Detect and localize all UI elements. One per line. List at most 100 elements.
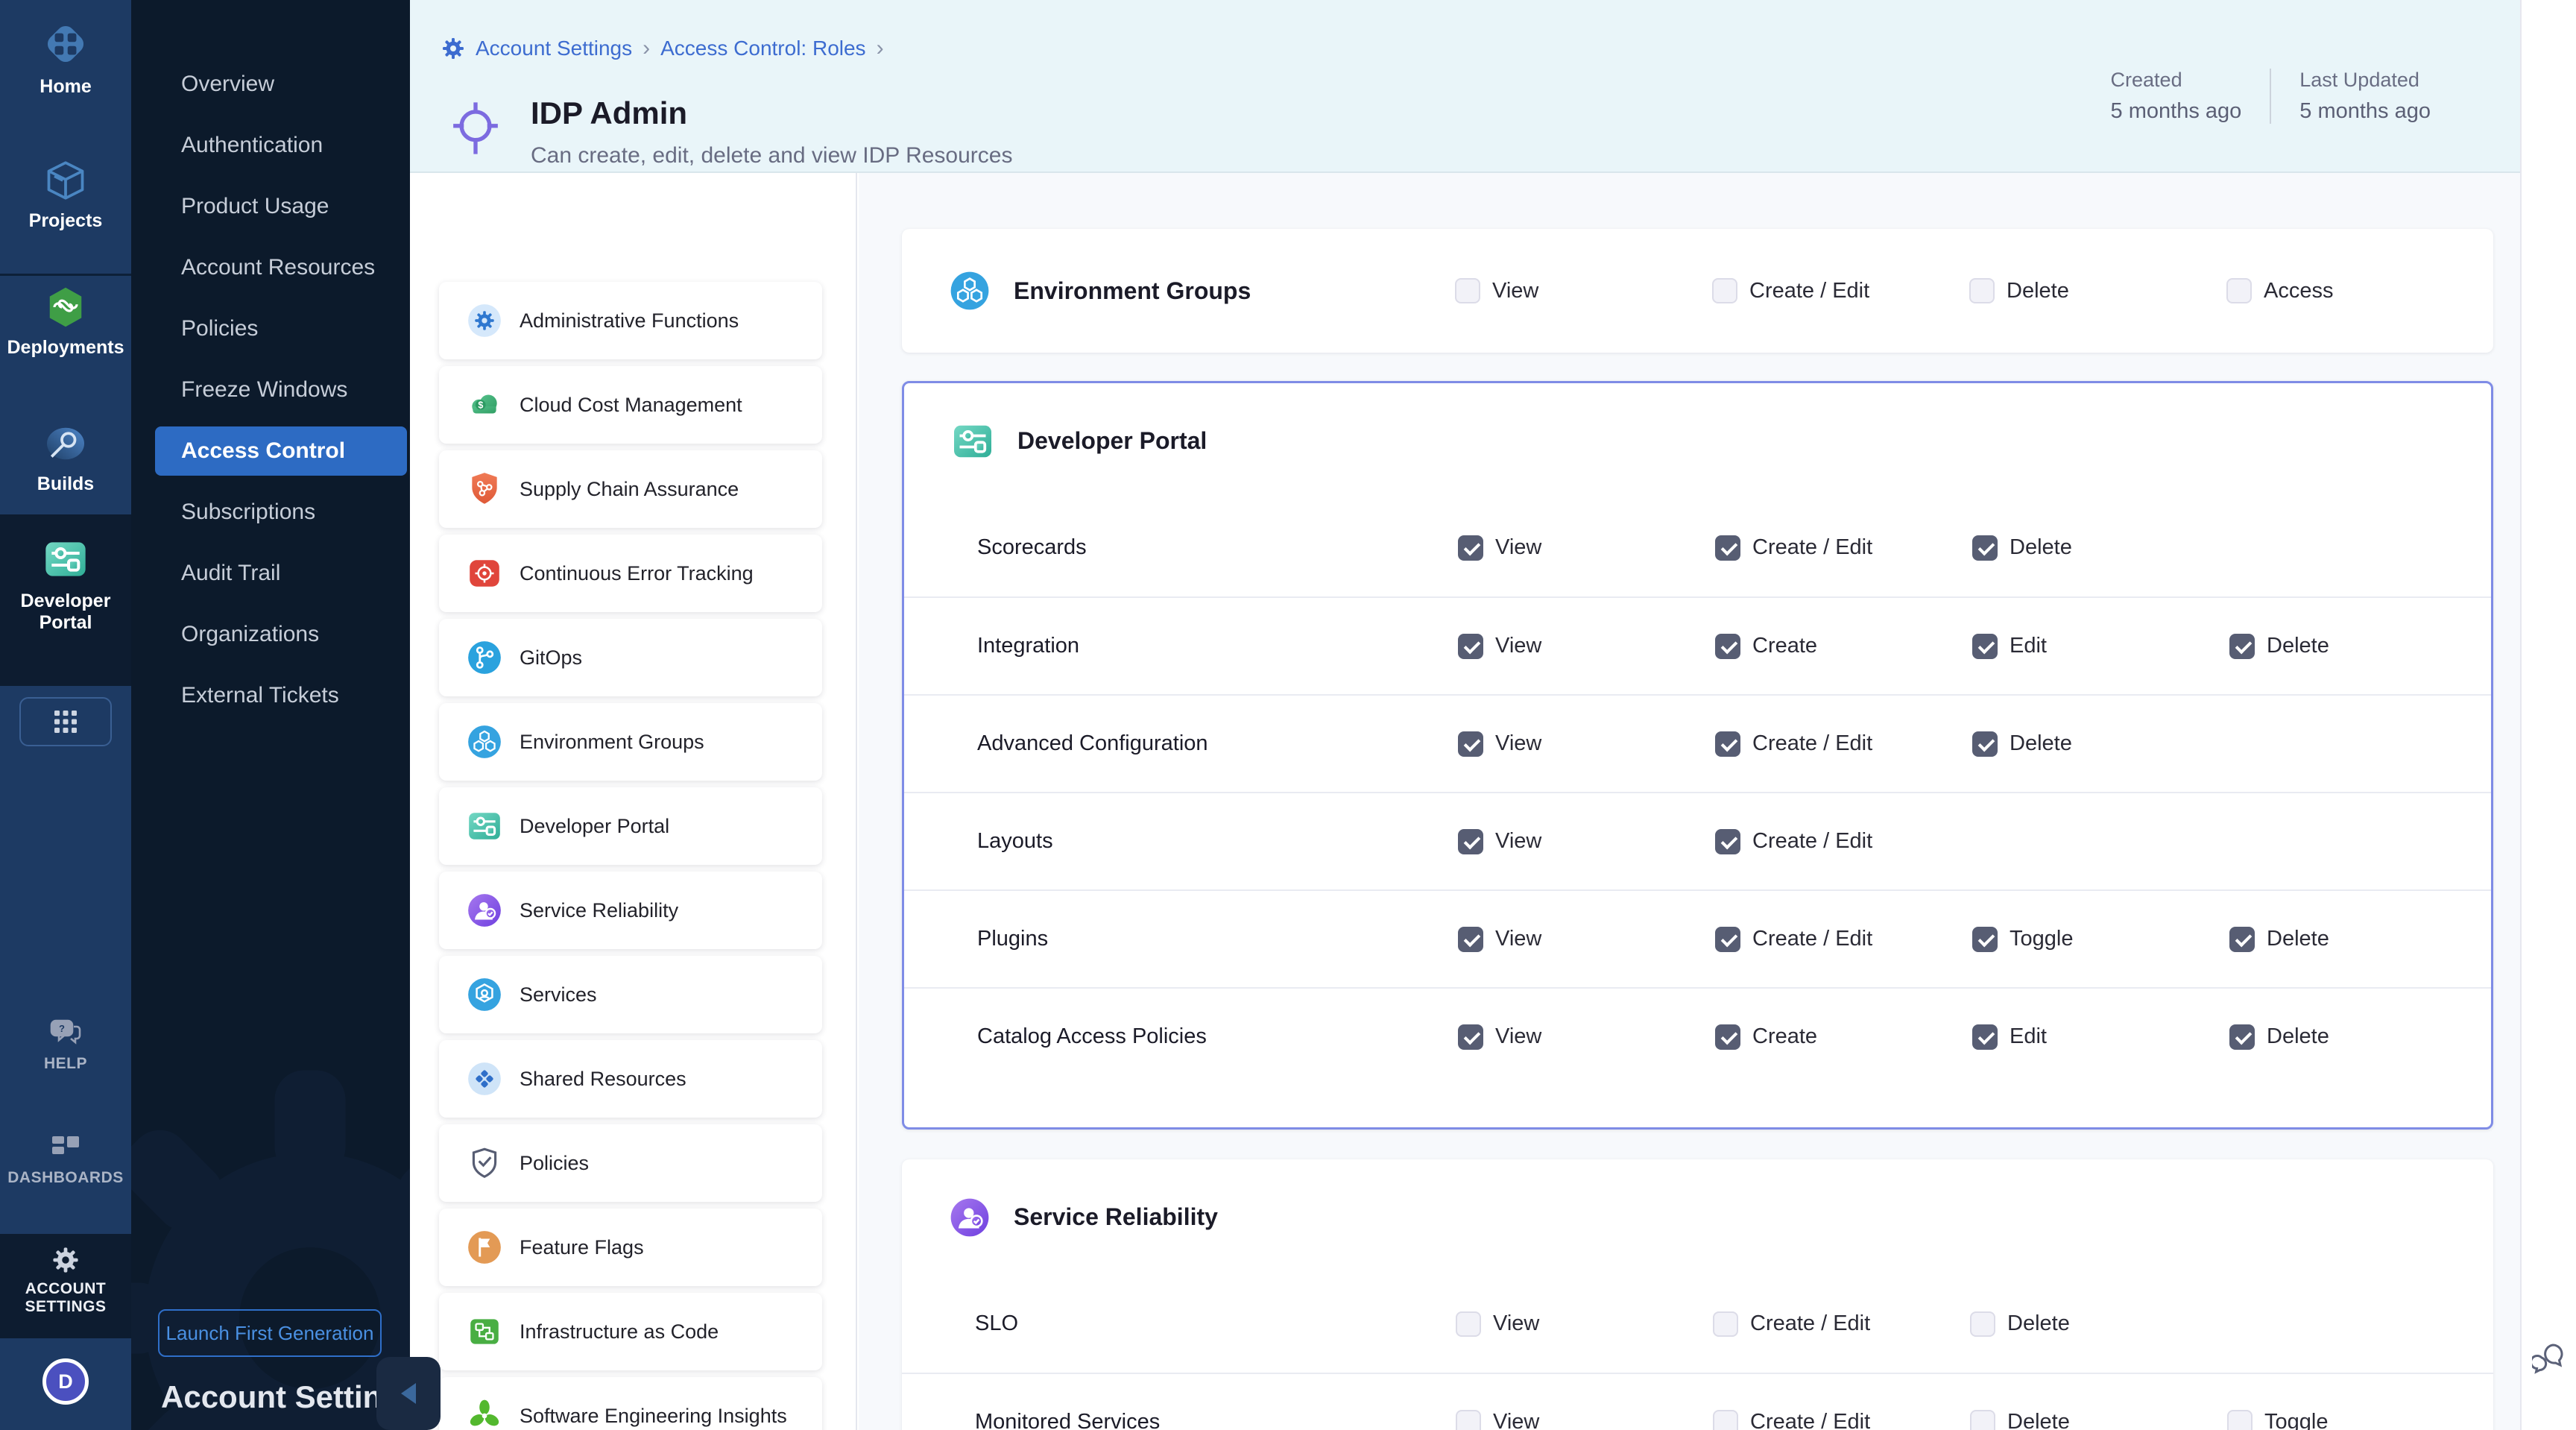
sidebar-item-product-usage[interactable]: Product Usage [155,182,407,231]
rail-item-home[interactable]: Home [0,19,131,98]
module-card-infrastructure-as-code[interactable]: Infrastructure as Code [439,1293,822,1370]
permission-checkbox-view[interactable]: View [1458,927,1715,952]
permission-checkbox-delete[interactable]: Delete [2229,927,2487,952]
permission-checkbox-edit[interactable]: Edit [1972,634,2229,659]
nav-rail: Home Projects Deployments Builds Develop… [0,0,131,1430]
service-reliability-icon [948,1196,991,1239]
sidebar-item-authentication[interactable]: Authentication [155,121,407,170]
permission-checkbox-view[interactable]: View [1458,829,1715,854]
rail-item-developer-portal-active[interactable]: Developer Portal [0,514,131,686]
permission-checkbox-view[interactable]: View [1456,1311,1713,1337]
permission-checkbox-view[interactable]: View [1456,1410,1713,1430]
projects-cube-icon [43,158,88,203]
permission-card-environment-groups: Environment Groups View Create / Edit De… [902,229,2493,353]
permission-checkbox-view[interactable]: View [1458,634,1715,659]
module-card-shared-resources[interactable]: Shared Resources [439,1040,822,1118]
rail-item-help[interactable]: ? HELP [0,1018,131,1073]
permission-card-service-reliability: Service Reliability SLO View Create / Ed… [902,1159,2493,1430]
checkbox-icon [2227,1410,2253,1430]
permission-checkbox-create[interactable]: Create [1715,1024,1972,1050]
rail-item-label: ACCOUNT SETTINGS [17,1280,114,1316]
module-card-administrative-functions[interactable]: Administrative Functions [439,282,822,359]
sidebar-collapse-button[interactable] [376,1357,441,1430]
permission-checkbox-delete[interactable]: Delete [2229,1024,2487,1050]
module-card-continuous-error-tracking[interactable]: Continuous Error Tracking [439,535,822,612]
permission-row-scorecards: Scorecards View Create / Edit Delete [904,499,2491,596]
cloud-dollar-icon: $ [466,386,503,423]
service-reliability-icon [466,892,503,929]
module-card-cloud-cost-management[interactable]: $ Cloud Cost Management [439,366,822,444]
module-card-gitops[interactable]: GitOps [439,619,822,696]
rail-item-account-settings[interactable]: ACCOUNT SETTINGS [0,1234,131,1338]
sidebar-item-account-resources[interactable]: Account Resources [155,243,407,292]
checkbox-icon [1715,731,1740,757]
module-card-developer-portal[interactable]: Developer Portal [439,787,822,865]
shield-network-icon [466,470,503,508]
sidebar-item-overview[interactable]: Overview [155,60,407,109]
circuit-icon [466,1313,503,1350]
breadcrumb-link-access-control-roles[interactable]: Access Control: Roles [660,37,865,60]
sidebar-item-external-tickets[interactable]: External Tickets [155,671,407,720]
permission-checkbox-view[interactable]: View [1458,731,1715,757]
permission-checkbox-view[interactable]: View [1458,1024,1715,1050]
sidebar-item-freeze-windows[interactable]: Freeze Windows [155,365,407,415]
module-card-supply-chain-assurance[interactable]: Supply Chain Assurance [439,450,822,528]
rail-item-label: Home [40,76,91,98]
permissions-panel: Environment Groups View Create / Edit De… [859,173,2520,1430]
module-card-policies[interactable]: Policies [439,1124,822,1202]
sidebar-item-access-control[interactable]: Access Control [155,426,407,476]
permission-checkbox-toggle[interactable]: Toggle [2227,1410,2484,1430]
permission-checkbox-delete[interactable]: Delete [1970,1311,2227,1337]
grid-icon [53,709,78,734]
launch-first-generation-button[interactable]: Launch First Generation [158,1309,382,1357]
last-updated-label: Last Updated [2299,69,2431,92]
sidebar-item-audit-trail[interactable]: Audit Trail [155,549,407,598]
permission-checkbox-delete[interactable]: Delete [1969,278,2226,303]
module-card-service-reliability[interactable]: Service Reliability [439,872,822,949]
checkbox-icon [1972,927,1998,952]
home-icon [41,19,90,69]
rail-item-deployments[interactable]: Deployments [0,285,131,359]
rail-item-user[interactable]: D [0,1358,131,1405]
permission-checkbox-edit[interactable]: Edit [1972,1024,2229,1050]
permission-checkbox-create-edit[interactable]: Create / Edit [1713,1311,1970,1337]
sidebar-item-policies[interactable]: Policies [155,304,407,353]
deployments-hexagon-icon [43,285,88,330]
sidebar-item-organizations[interactable]: Organizations [155,610,407,659]
rail-item-label: Developer Portal [10,590,121,634]
permission-checkbox-create-edit[interactable]: Create / Edit [1715,731,1972,757]
permission-checkbox-delete[interactable]: Delete [2229,634,2487,659]
breadcrumb-chevron: › [643,36,650,61]
rail-item-projects[interactable]: Projects [0,158,131,232]
permission-checkbox-toggle[interactable]: Toggle [1972,927,2229,952]
chat-support-icon[interactable] [2532,1342,2568,1375]
permission-checkbox-create-edit[interactable]: Create / Edit [1715,535,1972,561]
permission-checkbox-delete[interactable]: Delete [1970,1410,2227,1430]
permission-checkbox-delete[interactable]: Delete [1972,535,2229,561]
module-card-environment-groups[interactable]: Environment Groups [439,703,822,781]
rail-item-label: Deployments [7,337,124,359]
checkbox-icon [1969,278,1995,303]
permission-checkbox-delete[interactable]: Delete [1972,731,2229,757]
module-card-services[interactable]: Services [439,956,822,1033]
permission-checkbox-access[interactable]: Access [2226,278,2484,303]
permission-checkbox-view[interactable]: View [1458,535,1715,561]
module-card-feature-flags[interactable]: Feature Flags [439,1209,822,1286]
module-picker-button[interactable] [19,697,112,746]
avatar[interactable]: D [42,1358,89,1405]
module-card-software-engineering-insights[interactable]: Software Engineering Insights [439,1377,822,1430]
rail-item-label: Projects [29,210,103,232]
breadcrumb-link-account-settings[interactable]: Account Settings [476,37,632,60]
permission-checkbox-create-edit[interactable]: Create / Edit [1712,278,1969,303]
permission-row-monitored-services: Monitored Services View Create / Edit De… [902,1373,2493,1430]
rail-item-dashboards[interactable]: DASHBOARDS [0,1135,131,1187]
permission-checkbox-create-edit[interactable]: Create / Edit [1713,1410,1970,1430]
checkbox-icon [2229,927,2255,952]
permission-checkbox-view[interactable]: View [1455,278,1712,303]
permission-checkbox-create-edit[interactable]: Create / Edit [1715,829,1972,854]
permission-checkbox-create-edit[interactable]: Create / Edit [1715,927,1972,952]
rail-item-builds[interactable]: Builds [0,421,131,495]
sidebar-item-subscriptions[interactable]: Subscriptions [155,488,407,537]
section-title: Developer Portal [1017,427,1207,455]
permission-checkbox-create[interactable]: Create [1715,634,1972,659]
